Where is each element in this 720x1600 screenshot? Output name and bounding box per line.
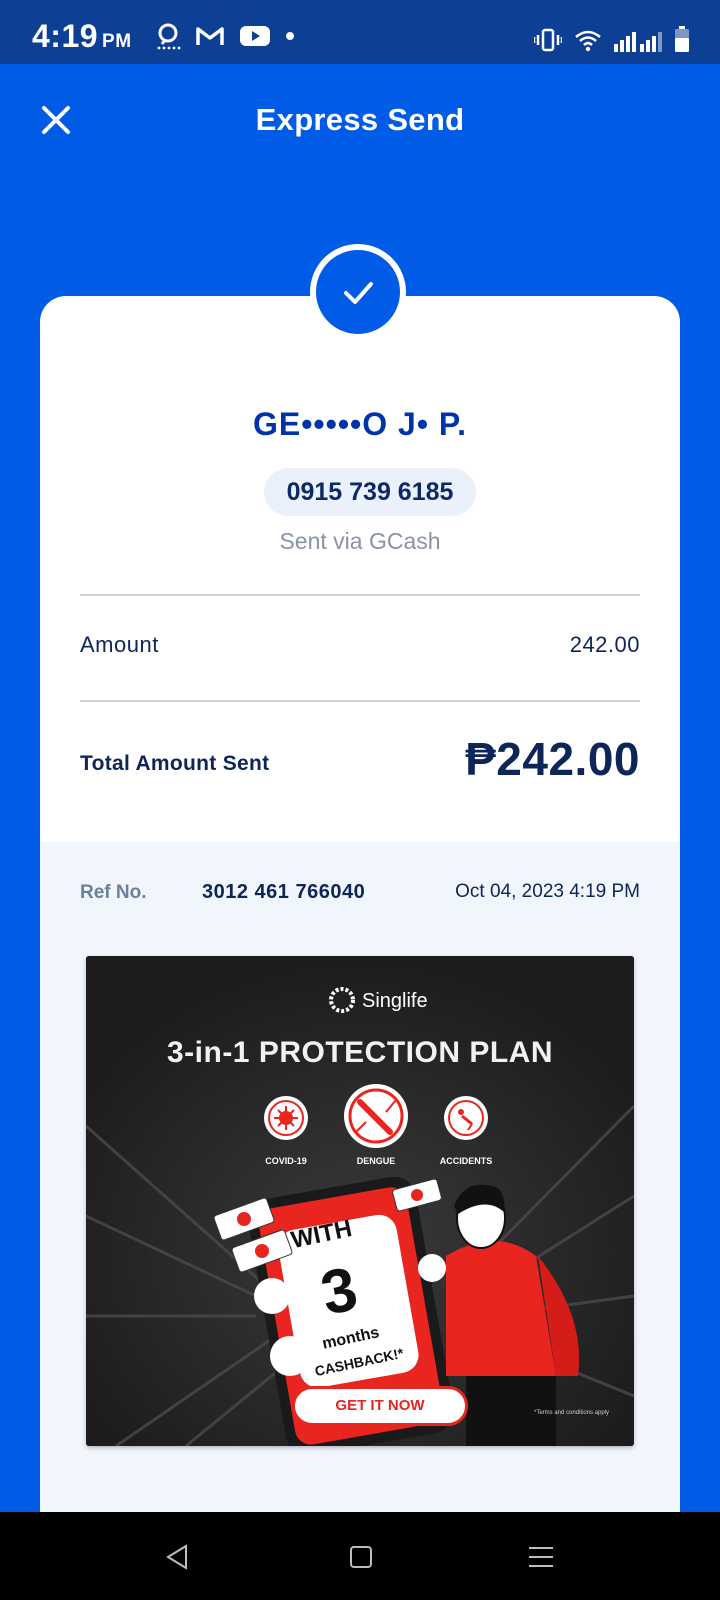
vibrate-icon [534, 28, 562, 52]
system-nav-bar [0, 1512, 720, 1600]
banner-artwork [86, 956, 634, 1446]
receipt-card: GE•••••O J• P. 0915 739 6185 Sent via GC… [40, 296, 680, 1526]
get-it-now-button[interactable]: GET IT NOW [292, 1386, 468, 1426]
signal-icon [614, 32, 662, 52]
status-bar: 4:19 PM [0, 0, 720, 64]
divider [80, 594, 640, 596]
banner-brand: Singlife [362, 990, 428, 1012]
coverage-label: COVID-19 [265, 1156, 307, 1166]
transaction-date: Oct 04, 2023 4:19 PM [455, 881, 640, 902]
back-button[interactable] [162, 1542, 192, 1572]
coverage-label: DENGUE [356, 1156, 396, 1166]
ref-label: Ref No. [80, 882, 147, 903]
reference-section: Ref No. 3012 461 766040 Oct 04, 2023 4:1… [40, 842, 680, 1526]
ref-number: 3012 461 766040 [202, 881, 366, 903]
menu-button[interactable] [526, 1542, 556, 1572]
total-amount-value: ₱242.00 [465, 733, 640, 785]
wifi-icon [575, 30, 601, 52]
status-ampm: PM [102, 31, 132, 52]
coverage-label: ACCIDENTS [439, 1156, 493, 1166]
accidents-icon [444, 1096, 488, 1140]
menu-icon [529, 1547, 553, 1567]
dengue-mosquito-icon [344, 1084, 408, 1148]
system-icons [534, 22, 690, 52]
covid-icon [264, 1096, 308, 1140]
success-check-badge [310, 244, 406, 340]
youtube-icon [240, 26, 270, 46]
recipient-phone: 0915 739 6185 [264, 468, 476, 516]
app-header: Express Send [0, 64, 720, 180]
gmail-icon [196, 27, 224, 45]
back-triangle-icon [166, 1544, 187, 1570]
status-time: 4:19 PM [32, 18, 132, 54]
terms-text: *Terms and conditions apply [534, 1410, 610, 1416]
total-amount-label: Total Amount Sent [80, 752, 270, 775]
more-notifications-icon [286, 32, 294, 40]
divider [80, 700, 640, 702]
promo-banner[interactable]: Singlife 3-in-1 PROTECTION PLAN COVID-19… [86, 956, 634, 1446]
notification-icons [155, 22, 295, 50]
sent-via-text: Sent via GCash [279, 528, 441, 554]
amount-label: Amount [80, 632, 159, 657]
recipient-name: GE•••••O J• P. [252, 406, 468, 442]
battery-icon [675, 26, 689, 52]
search-app-icon [157, 23, 181, 50]
check-icon [344, 282, 373, 304]
home-square-icon [350, 1546, 372, 1568]
banner-headline: 3-in-1 PROTECTION PLAN [166, 1036, 553, 1069]
page-title: Express Send [255, 102, 465, 137]
amount-value: 242.00 [569, 632, 640, 657]
home-button[interactable] [346, 1542, 376, 1572]
